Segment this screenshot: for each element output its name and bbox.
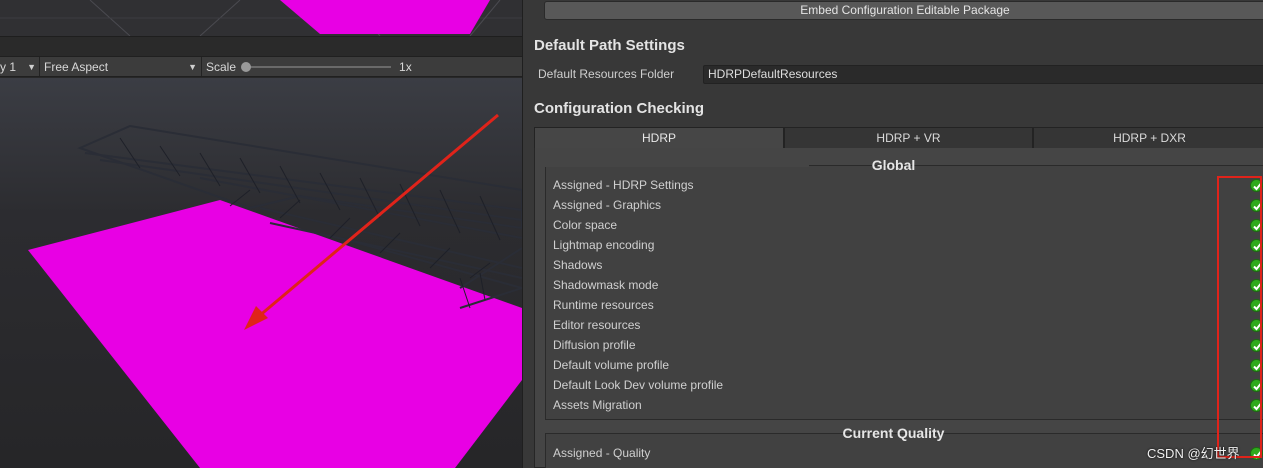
game-view-toolbar: y 1 ▼ Free Aspect ▼ Scale 1x xyxy=(0,56,522,77)
global-check-row: Assigned - Graphics xyxy=(553,195,1263,215)
global-check-row: Diffusion profile xyxy=(553,335,1263,355)
scene-view-preview xyxy=(0,0,522,36)
display-dropdown[interactable]: y 1 ▼ xyxy=(0,57,40,76)
check-item-label: Assigned - Graphics xyxy=(553,198,662,212)
aspect-label: Free Aspect xyxy=(44,59,109,74)
global-check-row: Assets Migration xyxy=(553,395,1263,415)
resources-folder-field[interactable]: HDRPDefaultResources xyxy=(703,65,1263,84)
scale-slider-handle[interactable] xyxy=(241,61,252,72)
global-check-row: Runtime resources xyxy=(553,295,1263,315)
scale-slider[interactable] xyxy=(241,61,392,72)
check-item-label: Runtime resources xyxy=(553,298,654,312)
check-item-label: Color space xyxy=(553,218,618,232)
global-check-row: Default volume profile xyxy=(553,355,1263,375)
display-label: y 1 xyxy=(0,59,17,74)
check-item-label: Editor resources xyxy=(553,318,641,332)
scale-control: Scale 1x xyxy=(202,57,412,76)
default-path-title: Default Path Settings xyxy=(534,37,685,54)
current-quality-title: Current Quality xyxy=(842,425,945,441)
global-check-row: Assigned - HDRP Settings xyxy=(553,175,1263,195)
global-check-row: Shadows xyxy=(553,255,1263,275)
game-view: y 1 ▼ Free Aspect ▼ Scale 1x xyxy=(0,0,522,468)
global-check-row: Default Look Dev volume profile xyxy=(553,375,1263,395)
tab-hdrp-vr[interactable]: HDRP + VR xyxy=(784,127,1033,148)
scale-value: 1x xyxy=(399,59,412,74)
global-check-row: Shadowmask mode xyxy=(553,275,1263,295)
game-tab-strip xyxy=(0,36,522,56)
check-item-label: Shadowmask mode xyxy=(553,278,659,292)
chevron-down-icon: ▼ xyxy=(27,61,36,72)
check-item-label: Lightmap encoding xyxy=(553,238,655,252)
hdrp-wizard-panel: Embed Configuration Editable Package Def… xyxy=(522,0,1263,468)
global-check-row: Editor resources xyxy=(553,315,1263,335)
resources-folder-label: Default Resources Folder xyxy=(538,67,675,81)
chevron-down-icon: ▼ xyxy=(188,61,197,72)
global-check-row: Color space xyxy=(553,215,1263,235)
check-item-label: Default Look Dev volume profile xyxy=(553,378,724,392)
annotation-highlight-box xyxy=(1217,176,1262,458)
config-tabs: HDRP HDRP + VR HDRP + DXR xyxy=(534,127,1263,148)
tab-hdrp-dxr[interactable]: HDRP + DXR xyxy=(1033,127,1263,148)
config-checking-title: Configuration Checking xyxy=(534,100,704,117)
global-check-row: Lightmap encoding xyxy=(553,235,1263,255)
rendered-scene xyxy=(0,78,522,468)
scene-preview-graphic xyxy=(0,0,522,36)
watermark: CSDN @幻世界 xyxy=(1147,446,1240,461)
unity-editor-window: y 1 ▼ Free Aspect ▼ Scale 1x Embed Confi… xyxy=(0,0,1263,468)
check-item-label: Default volume profile xyxy=(553,358,670,372)
check-item-label: Assets Migration xyxy=(553,398,642,412)
check-item-label: Shadows xyxy=(553,258,603,272)
check-item-label: Assigned - HDRP Settings xyxy=(553,178,694,192)
check-item-label: Assigned - Quality xyxy=(553,446,651,460)
embed-configuration-button[interactable]: Embed Configuration Editable Package xyxy=(544,1,1263,20)
global-group-title: Global xyxy=(871,157,916,173)
scale-label: Scale xyxy=(206,59,237,74)
tab-hdrp[interactable]: HDRP xyxy=(534,127,784,148)
game-render-viewport[interactable] xyxy=(0,78,522,468)
aspect-dropdown[interactable]: Free Aspect ▼ xyxy=(40,57,202,76)
check-item-label: Diffusion profile xyxy=(553,338,636,352)
